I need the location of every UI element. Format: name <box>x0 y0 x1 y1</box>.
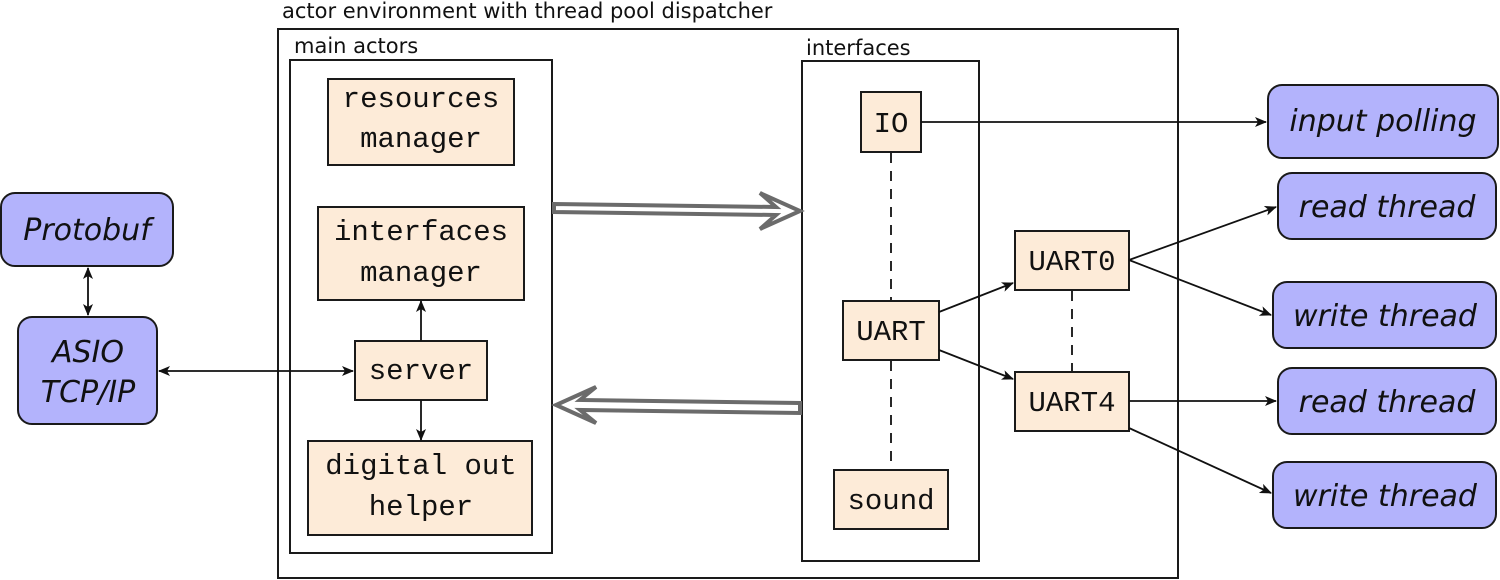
uart4-read-thread-node[interactable]: read thread <box>1277 367 1497 435</box>
uart-label: UART <box>856 316 926 349</box>
digital-out-helper-line2: helper <box>369 491 473 524</box>
interfaces-to-main-hollow-arrow <box>551 385 802 425</box>
input-polling-label: input polling <box>1289 104 1476 139</box>
uart0-read-thread-label: read thread <box>1299 190 1477 225</box>
uart0-write-thread-label: write thread <box>1293 299 1478 334</box>
uart0-read-thread-node[interactable]: read thread <box>1277 172 1497 240</box>
server-node[interactable]: server <box>354 340 488 401</box>
interfaces-label: interfaces <box>806 36 911 60</box>
io-label: IO <box>874 108 909 141</box>
uart0-to-write-thread-arrow <box>1128 259 1272 316</box>
sound-node[interactable]: sound <box>833 469 949 530</box>
uart0-label: UART0 <box>1028 246 1115 279</box>
sound-label: sound <box>847 485 934 518</box>
protobuf-node[interactable]: Protobuf <box>0 192 174 267</box>
main-to-interfaces-hollow-arrow <box>552 191 805 231</box>
uart4-node[interactable]: UART4 <box>1014 371 1130 432</box>
resources-manager-line2: manager <box>360 123 482 156</box>
main-actors-label: main actors <box>294 34 418 58</box>
uart-to-uart0-arrow <box>938 282 1014 313</box>
uart4-read-thread-label: read thread <box>1299 385 1477 420</box>
uart0-to-read-thread-arrow <box>1128 206 1277 261</box>
digital-out-helper-line1: digital out <box>325 450 516 483</box>
asio-line2: TCP/IP <box>41 375 136 410</box>
uart4-label: UART4 <box>1028 387 1115 420</box>
uart0-node[interactable]: UART0 <box>1014 230 1130 291</box>
resources-manager-node[interactable]: resources manager <box>327 78 515 166</box>
digital-out-helper-node[interactable]: digital out helper <box>307 440 533 536</box>
architecture-diagram: actor environment with thread pool dispa… <box>0 0 1499 579</box>
uart-node[interactable]: UART <box>842 300 940 361</box>
server-label: server <box>369 355 473 388</box>
interfaces-manager-line2: manager <box>360 257 482 290</box>
interfaces-manager-line1: interfaces <box>334 216 508 249</box>
interfaces-manager-node[interactable]: interfaces manager <box>317 206 525 301</box>
asio-line1: ASIO <box>50 335 124 370</box>
resources-manager-line1: resources <box>343 83 500 116</box>
uart4-write-thread-node[interactable]: write thread <box>1272 461 1497 529</box>
uart4-to-write-thread-arrow <box>1128 427 1272 494</box>
uart4-write-thread-label: write thread <box>1293 479 1478 514</box>
uart-to-uart4-arrow <box>938 349 1014 380</box>
io-node[interactable]: IO <box>860 91 922 153</box>
asio-node[interactable]: ASIO TCP/IP <box>17 316 158 425</box>
uart0-write-thread-node[interactable]: write thread <box>1272 281 1497 349</box>
input-polling-node[interactable]: input polling <box>1267 84 1499 159</box>
protobuf-label: Protobuf <box>23 213 155 248</box>
outer-container-label: actor environment with thread pool dispa… <box>282 0 773 23</box>
